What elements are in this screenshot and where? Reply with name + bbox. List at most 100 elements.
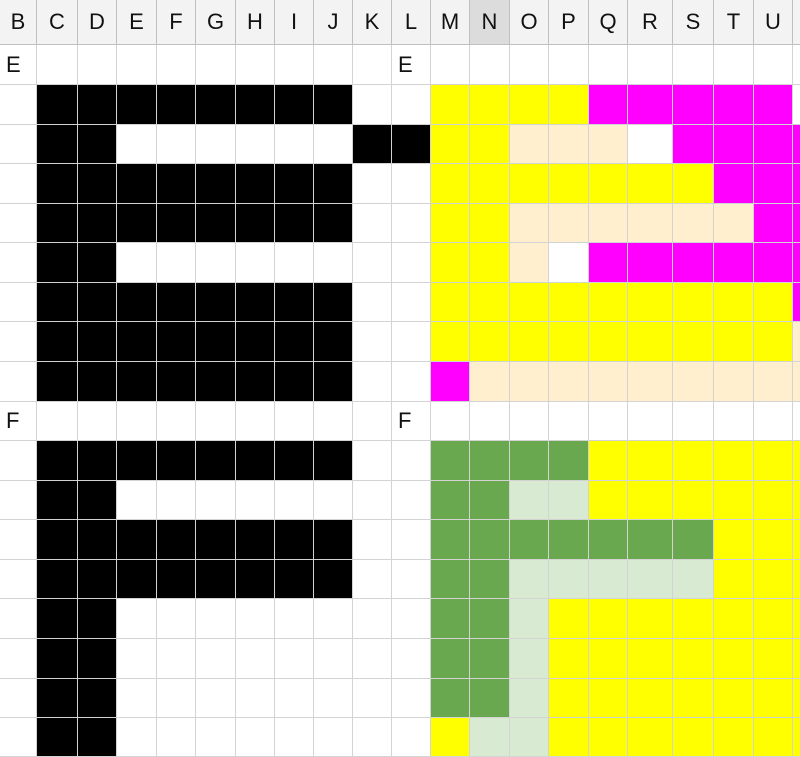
cell[interactable] xyxy=(0,164,37,204)
filled-cell[interactable] xyxy=(510,481,549,520)
cell[interactable] xyxy=(510,402,549,441)
filled-cell[interactable] xyxy=(431,164,470,204)
cell[interactable] xyxy=(392,560,431,599)
cell[interactable] xyxy=(628,402,673,441)
filled-cell[interactable] xyxy=(37,639,78,679)
filled-cell[interactable] xyxy=(236,322,275,362)
filled-cell[interactable] xyxy=(673,362,714,402)
filled-cell[interactable] xyxy=(510,243,549,283)
column-header-d[interactable]: D xyxy=(78,0,117,45)
filled-cell[interactable] xyxy=(673,441,714,481)
cell[interactable] xyxy=(353,322,392,362)
filled-cell[interactable] xyxy=(793,243,800,283)
filled-cell[interactable] xyxy=(589,718,628,757)
filled-cell[interactable] xyxy=(549,283,589,322)
filled-cell[interactable] xyxy=(793,599,800,639)
cell[interactable] xyxy=(275,718,314,757)
filled-cell[interactable] xyxy=(37,520,78,560)
filled-cell[interactable] xyxy=(673,520,714,560)
filled-cell[interactable] xyxy=(78,441,117,481)
filled-cell[interactable] xyxy=(236,520,275,560)
filled-cell[interactable] xyxy=(510,718,549,757)
column-header-h[interactable]: H xyxy=(236,0,275,45)
cell[interactable] xyxy=(236,599,275,639)
cell[interactable] xyxy=(353,599,392,639)
filled-cell[interactable] xyxy=(78,560,117,599)
cell[interactable] xyxy=(392,718,431,757)
cell[interactable] xyxy=(157,45,196,85)
cell[interactable] xyxy=(78,45,117,85)
filled-cell[interactable] xyxy=(470,481,510,520)
filled-cell[interactable] xyxy=(431,85,470,125)
filled-cell[interactable] xyxy=(37,560,78,599)
cell[interactable] xyxy=(157,599,196,639)
column-header-g[interactable]: G xyxy=(196,0,236,45)
filled-cell[interactable] xyxy=(157,560,196,599)
cell[interactable] xyxy=(392,164,431,204)
cell[interactable] xyxy=(392,322,431,362)
filled-cell[interactable] xyxy=(754,441,793,481)
filled-cell[interactable] xyxy=(549,362,589,402)
filled-cell[interactable] xyxy=(510,362,549,402)
cell[interactable] xyxy=(275,243,314,283)
filled-cell[interactable] xyxy=(549,204,589,243)
filled-cell[interactable] xyxy=(589,481,628,520)
cell[interactable] xyxy=(37,402,78,441)
filled-cell[interactable] xyxy=(236,560,275,599)
cell[interactable] xyxy=(37,45,78,85)
cell[interactable] xyxy=(353,362,392,402)
column-header-r[interactable]: R xyxy=(628,0,673,45)
cell[interactable] xyxy=(236,45,275,85)
filled-cell[interactable] xyxy=(673,164,714,204)
cell[interactable] xyxy=(275,402,314,441)
filled-cell[interactable] xyxy=(78,283,117,322)
filled-cell[interactable] xyxy=(275,204,314,243)
filled-cell[interactable] xyxy=(793,679,800,718)
cell[interactable] xyxy=(754,402,793,441)
cell[interactable] xyxy=(0,85,37,125)
filled-cell[interactable] xyxy=(157,441,196,481)
filled-cell[interactable] xyxy=(714,599,754,639)
filled-cell[interactable] xyxy=(470,125,510,164)
filled-cell[interactable] xyxy=(78,718,117,757)
cell[interactable] xyxy=(314,481,353,520)
cell[interactable] xyxy=(353,402,392,441)
filled-cell[interactable] xyxy=(589,85,628,125)
filled-cell[interactable] xyxy=(157,85,196,125)
filled-cell[interactable] xyxy=(431,441,470,481)
filled-cell[interactable] xyxy=(510,599,549,639)
cell[interactable] xyxy=(353,441,392,481)
filled-cell[interactable] xyxy=(673,204,714,243)
filled-cell[interactable] xyxy=(117,362,157,402)
cell[interactable] xyxy=(392,283,431,322)
filled-cell[interactable] xyxy=(314,204,353,243)
filled-cell[interactable] xyxy=(196,362,236,402)
filled-cell[interactable] xyxy=(275,164,314,204)
cell[interactable] xyxy=(0,204,37,243)
filled-cell[interactable] xyxy=(628,520,673,560)
cell[interactable] xyxy=(392,204,431,243)
filled-cell[interactable] xyxy=(793,639,800,679)
filled-cell[interactable] xyxy=(510,125,549,164)
filled-cell[interactable] xyxy=(275,362,314,402)
filled-cell[interactable] xyxy=(510,164,549,204)
filled-cell[interactable] xyxy=(314,362,353,402)
filled-cell[interactable] xyxy=(589,679,628,718)
filled-cell[interactable] xyxy=(157,322,196,362)
column-header-m[interactable]: M xyxy=(431,0,470,45)
cell[interactable] xyxy=(196,679,236,718)
block-label[interactable]: E xyxy=(392,45,431,85)
cell[interactable] xyxy=(353,164,392,204)
cell[interactable] xyxy=(236,243,275,283)
cell[interactable] xyxy=(236,679,275,718)
filled-cell[interactable] xyxy=(589,125,628,164)
filled-cell[interactable] xyxy=(549,85,589,125)
cell[interactable] xyxy=(392,520,431,560)
filled-cell[interactable] xyxy=(431,243,470,283)
filled-cell[interactable] xyxy=(754,520,793,560)
cell[interactable] xyxy=(431,45,470,85)
cell[interactable] xyxy=(117,481,157,520)
filled-cell[interactable] xyxy=(470,599,510,639)
filled-cell[interactable] xyxy=(37,283,78,322)
filled-cell[interactable] xyxy=(37,441,78,481)
